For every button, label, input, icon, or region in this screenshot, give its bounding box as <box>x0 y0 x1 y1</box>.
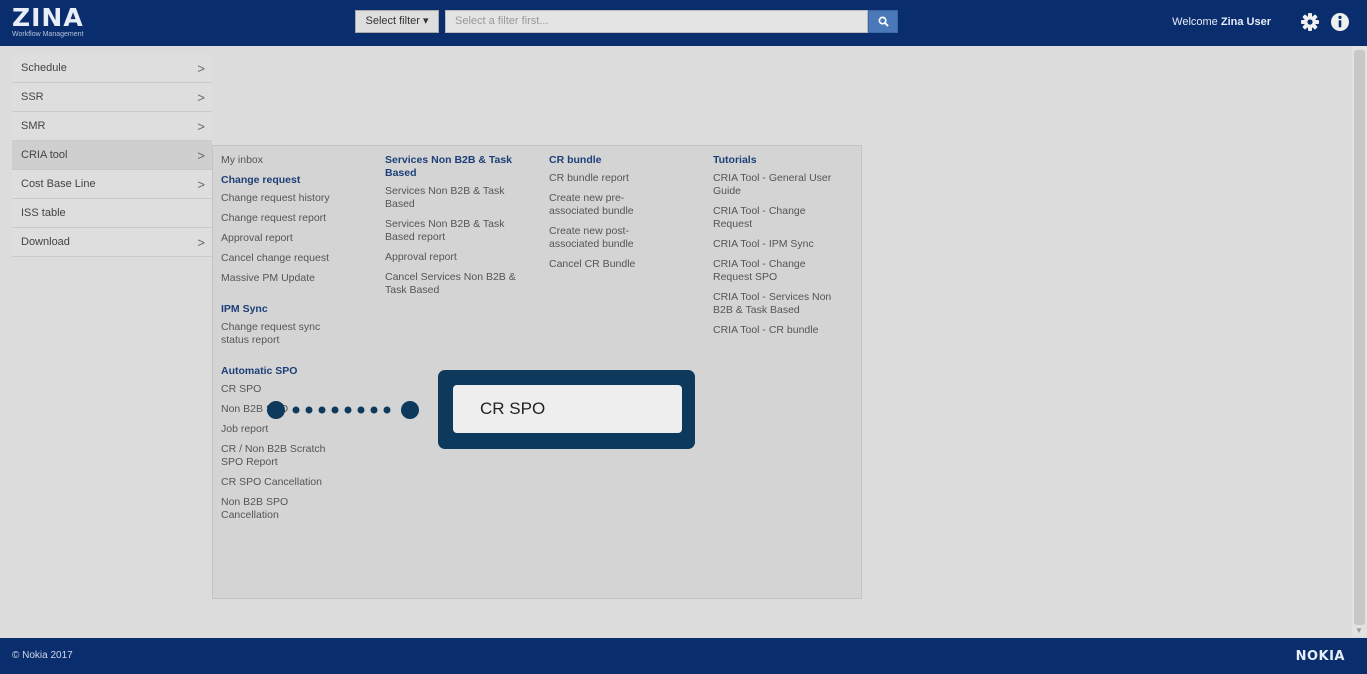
menu-link[interactable]: Cancel CR Bundle <box>549 258 649 271</box>
welcome-text: Welcome Zina User <box>1172 16 1271 28</box>
callout-connector <box>267 401 419 419</box>
menu-heading-ipm-sync: IPM Sync <box>221 303 268 315</box>
menu-link-my-inbox[interactable]: My inbox <box>221 154 351 167</box>
menu-heading-services-non-b2b: Services Non B2B & Task Based <box>385 154 513 179</box>
page-footer: © Nokia 2017 NOKIA <box>0 638 1367 674</box>
menu-column-1: My inbox Change request Change request h… <box>221 154 351 529</box>
search-button[interactable] <box>868 10 898 33</box>
chevron-right-icon: > <box>197 119 205 134</box>
select-filter-button[interactable]: Select filter ▾ <box>355 10 439 33</box>
sidebar-item-ssr[interactable]: SSR > <box>12 83 212 112</box>
menu-link[interactable]: CR / Non B2B Scratch SPO Report <box>221 443 336 469</box>
scroll-down-icon[interactable]: ▼ <box>1355 626 1363 635</box>
menu-link[interactable]: CRIA Tool - General User Guide <box>713 172 843 198</box>
sidebar-item-label: Download <box>21 236 70 248</box>
scrollbar-thumb[interactable] <box>1354 50 1365 625</box>
menu-link[interactable]: Create new pre-associated bundle <box>549 192 649 218</box>
menu-link[interactable]: Cancel Services Non B2B & Task Based <box>385 271 517 297</box>
callout-label: CR SPO <box>453 385 682 433</box>
top-header: ZINA Workflow Management Select filter ▾… <box>0 0 1367 46</box>
sidebar-menu: Schedule > SSR > SMR > CRIA tool > Cost … <box>12 54 212 257</box>
menu-link[interactable]: CRIA Tool - Change Request SPO <box>713 258 843 284</box>
sidebar-item-cost-base-line[interactable]: Cost Base Line > <box>12 170 212 199</box>
menu-link[interactable]: CRIA Tool - CR bundle <box>713 324 843 337</box>
sidebar-item-cria-tool[interactable]: CRIA tool > <box>12 141 212 170</box>
sidebar-item-label: ISS table <box>21 207 66 219</box>
menu-heading-cr-bundle: CR bundle <box>549 154 602 166</box>
copyright-text: © Nokia 2017 <box>12 650 73 661</box>
menu-link[interactable]: Approval report <box>385 251 517 264</box>
sidebar-item-label: Schedule <box>21 62 67 74</box>
chevron-right-icon: > <box>197 177 205 192</box>
menu-link[interactable]: Massive PM Update <box>221 272 351 285</box>
menu-link[interactable]: Services Non B2B & Task Based <box>385 185 517 211</box>
page-scrollbar[interactable]: ▼ <box>1352 46 1367 637</box>
info-button[interactable] <box>1329 11 1351 33</box>
highlight-callout: CR SPO <box>438 370 695 449</box>
menu-link[interactable]: CR SPO Cancellation <box>221 476 351 489</box>
nokia-logo: NOKIA <box>1295 649 1345 664</box>
menu-heading-tutorials: Tutorials <box>713 154 757 166</box>
sidebar-item-label: CRIA tool <box>21 149 68 161</box>
menu-link[interactable]: CRIA Tool - Change Request <box>713 205 843 231</box>
logo-subtitle: Workflow Management <box>12 31 84 38</box>
welcome-prefix: Welcome <box>1172 16 1221 28</box>
menu-heading-change-request: Change request <box>221 174 301 186</box>
menu-link[interactable]: Non B2B SPO Cancellation <box>221 496 301 522</box>
search-icon <box>878 16 889 27</box>
menu-link[interactable]: CR bundle report <box>549 172 649 185</box>
sidebar-item-label: SSR <box>21 91 44 103</box>
menu-link[interactable]: Services Non B2B & Task Based report <box>385 218 517 244</box>
menu-link[interactable]: Change request sync status report <box>221 321 336 347</box>
gear-icon <box>1301 13 1319 31</box>
menu-link[interactable]: Create new post-associated bundle <box>549 225 649 251</box>
logo-title: ZINA <box>12 3 84 32</box>
filter-search-input[interactable]: Select a filter first... <box>445 10 868 33</box>
menu-link[interactable]: CRIA Tool - Services Non B2B & Task Base… <box>713 291 843 317</box>
sidebar-item-smr[interactable]: SMR > <box>12 112 212 141</box>
sidebar-item-iss-table[interactable]: ISS table <box>12 199 212 228</box>
menu-link[interactable]: Cancel change request <box>221 252 351 265</box>
menu-link[interactable]: Change request history <box>221 192 351 205</box>
sidebar-item-schedule[interactable]: Schedule > <box>12 54 212 83</box>
menu-link[interactable]: CRIA Tool - IPM Sync <box>713 238 843 251</box>
chevron-right-icon: > <box>197 90 205 105</box>
sidebar-item-download[interactable]: Download > <box>12 228 212 257</box>
menu-link[interactable]: Job report <box>221 423 351 436</box>
menu-link[interactable]: Approval report <box>221 232 351 245</box>
sidebar-item-label: SMR <box>21 120 46 132</box>
settings-button[interactable] <box>1299 11 1321 33</box>
chevron-right-icon: > <box>197 235 205 250</box>
menu-column-3: CR bundle CR bundle report Create new pr… <box>549 154 649 278</box>
chevron-right-icon: > <box>197 148 205 163</box>
menu-column-4: Tutorials CRIA Tool - General User Guide… <box>713 154 843 344</box>
sidebar-item-label: Cost Base Line <box>21 178 96 190</box>
chevron-right-icon: > <box>197 61 205 76</box>
info-icon <box>1331 13 1349 31</box>
menu-link-cr-spo[interactable]: CR SPO <box>221 383 351 396</box>
menu-link[interactable]: Change request report <box>221 212 351 225</box>
menu-column-2: Services Non B2B & Task Based Services N… <box>385 154 517 304</box>
zina-logo[interactable]: ZINA Workflow Management <box>12 3 84 39</box>
welcome-user: Zina User <box>1220 16 1271 28</box>
menu-heading-automatic-spo: Automatic SPO <box>221 365 298 377</box>
